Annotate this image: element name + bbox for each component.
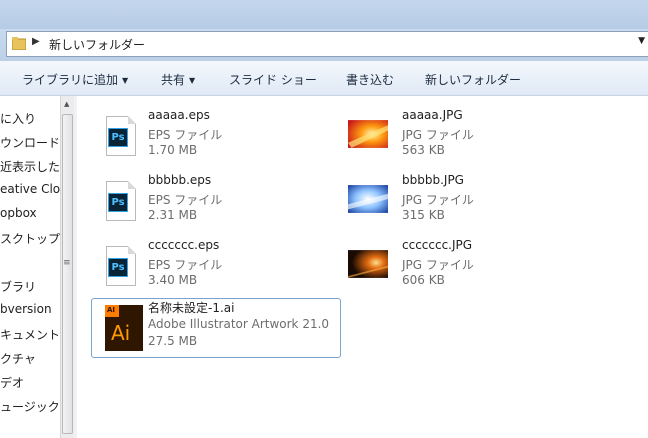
breadcrumb-folder[interactable]: 新しいフォルダー xyxy=(49,36,145,53)
nav-item-creative-cloud[interactable]: eative Clo xyxy=(0,182,60,196)
new-folder-button[interactable]: 新しいフォルダー xyxy=(425,71,521,88)
nav-item-subversion[interactable]: bversion xyxy=(0,302,52,316)
file-type: JPG ファイル xyxy=(402,193,474,207)
slideshow-button[interactable]: スライド ショー xyxy=(229,71,317,88)
scrollbar-thumb[interactable] xyxy=(62,114,73,434)
add-to-library-button[interactable]: ライブラリに追加 ▼ xyxy=(22,71,128,88)
photoshop-eps-icon: Ps xyxy=(102,246,142,290)
file-size: 3.40 MB xyxy=(148,273,198,287)
file-name: bbbbb.JPG xyxy=(402,173,464,187)
file-size: 563 KB xyxy=(402,143,445,157)
chevron-down-icon: ▼ xyxy=(122,76,129,85)
jpg-thumbnail xyxy=(348,120,388,148)
file-item[interactable]: Ps bbbbb.eps EPS ファイル 2.31 MB xyxy=(92,173,342,231)
chevron-right-icon[interactable]: ▶ xyxy=(32,36,40,47)
file-type: JPG ファイル xyxy=(402,128,474,142)
add-to-library-label: ライブラリに追加 xyxy=(22,73,119,87)
file-name: 名称未設定-1.ai xyxy=(148,301,235,315)
grip-icon: ≡ xyxy=(63,258,71,268)
nav-item-favorites[interactable]: に入り xyxy=(0,110,36,127)
file-name: aaaaa.eps xyxy=(148,108,210,122)
chevron-down-icon[interactable]: ▼ xyxy=(638,36,645,46)
file-item[interactable]: Ps aaaaa.eps EPS ファイル 1.70 MB xyxy=(92,108,342,166)
file-type: EPS ファイル xyxy=(148,128,223,142)
nav-item-recent[interactable]: 近表示した xyxy=(0,158,60,175)
file-size: 606 KB xyxy=(402,273,445,287)
file-size: 1.70 MB xyxy=(148,143,198,157)
illustrator-ai-icon: AI Ai xyxy=(102,305,143,351)
file-type: JPG ファイル xyxy=(402,258,474,272)
file-type: Adobe Illustrator Artwork 21.0 xyxy=(148,317,330,331)
folder-icon xyxy=(12,37,26,50)
file-item[interactable]: aaaaa.JPG JPG ファイル 563 KB xyxy=(346,108,596,166)
navigation-pane: に入り ウンロード 近表示した eative Clo opbox スクトップ ブ… xyxy=(0,96,60,438)
nav-item-music[interactable]: ュージック xyxy=(0,398,60,415)
share-label: 共有 xyxy=(161,73,186,87)
file-size: 2.31 MB xyxy=(148,208,198,222)
nav-item-dropbox[interactable]: opbox xyxy=(0,206,37,220)
nav-scrollbar[interactable]: ▲ ≡ xyxy=(60,96,74,438)
photoshop-eps-icon: Ps xyxy=(102,116,142,160)
nav-item-documents[interactable]: キュメント xyxy=(0,326,60,343)
file-name: ccccccc.eps xyxy=(148,238,220,252)
file-size: 27.5 MB xyxy=(148,334,198,348)
file-name: bbbbb.eps xyxy=(148,173,212,187)
share-button[interactable]: 共有 ▼ xyxy=(161,71,195,88)
file-size: 315 KB xyxy=(402,208,445,222)
file-item-selected[interactable]: AI Ai 名称未設定-1.ai Adobe Illustrator Artwo… xyxy=(91,298,341,358)
chevron-down-icon: ▼ xyxy=(189,76,196,85)
file-item[interactable]: ccccccc.JPG JPG ファイル 606 KB xyxy=(346,238,596,296)
file-name: ccccccc.JPG xyxy=(402,238,473,252)
file-type: EPS ファイル xyxy=(148,258,223,272)
file-type: EPS ファイル xyxy=(148,193,223,207)
jpg-thumbnail xyxy=(348,250,388,278)
jpg-thumbnail xyxy=(348,185,388,213)
nav-item-downloads[interactable]: ウンロード xyxy=(0,134,60,151)
photoshop-eps-icon: Ps xyxy=(102,181,142,225)
scroll-up-icon[interactable]: ▲ xyxy=(64,100,69,108)
window-title-bar xyxy=(0,0,648,30)
nav-item-pictures[interactable]: クチャ xyxy=(0,350,36,367)
file-item[interactable]: Ps ccccccc.eps EPS ファイル 3.40 MB xyxy=(92,238,342,296)
file-item[interactable]: bbbbb.JPG JPG ファイル 315 KB xyxy=(346,173,596,231)
nav-item-libraries[interactable]: ブラリ xyxy=(0,278,36,295)
command-bar: ライブラリに追加 ▼ 共有 ▼ スライド ショー 書き込む 新しいフォルダー xyxy=(0,61,648,96)
pane-splitter[interactable] xyxy=(74,96,77,438)
nav-item-desktop[interactable]: スクトップ xyxy=(0,230,60,247)
nav-item-videos[interactable]: デオ xyxy=(0,374,24,391)
burn-button[interactable]: 書き込む xyxy=(346,71,394,88)
address-bar[interactable]: ▶ 新しいフォルダー ▼ xyxy=(6,31,648,57)
file-name: aaaaa.JPG xyxy=(402,108,463,122)
